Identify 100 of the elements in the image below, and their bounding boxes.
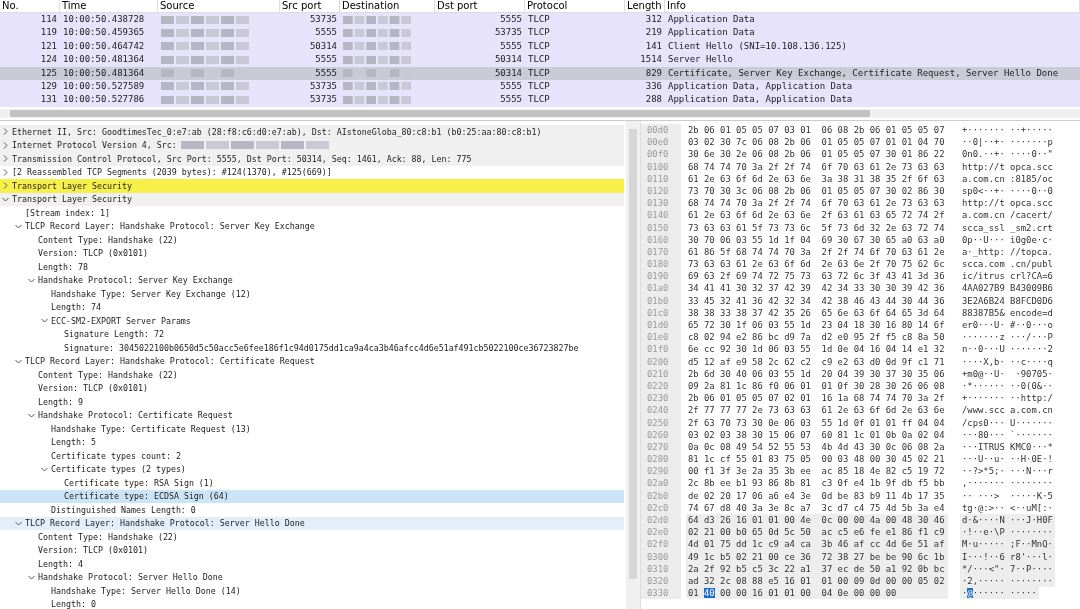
tree-item[interactable]: Version: TLCP (0x0101) [0,381,624,395]
tree-item[interactable]: Length: 74 [0,300,624,314]
ascii-text: n··0···U ·······2 [961,343,1054,356]
tree-item[interactable]: Length: 0 [0,597,624,609]
tree-item[interactable]: [2 Reassembled TCP Segments (2039 bytes): #124(1370), #125(669)] [0,165,624,179]
ascii-text: scca.com .cn/publ [961,258,1054,271]
table-cell: 50314 [494,67,522,78]
column-header[interactable]: Info [665,0,1080,12]
table-cell: TLCP [528,54,550,65]
tree-label: [2 Reassembled TCP Segments (2039 bytes): #124(1370), #125(669)] [12,167,332,178]
byte-offset: 02f0 [641,538,681,551]
tree-item[interactable]: Handshake Protocol: Server Hello Done [0,570,624,584]
hex-bytes: 61 2e 63 6f 6d 2e 63 6e 2f 63 61 63 65 72 74 2f [687,209,946,222]
byte-offset: 0140 [641,209,681,222]
tree-label: Version: TLCP (0x0101) [38,545,148,556]
tree-item[interactable]: Certificate type: RSA Sign (1) [0,476,624,490]
table-cell: Application Data [668,14,755,24]
tree-label: Transmission Control Protocol, Src Port: 5555, Dst Port: 50314, Seq: 1461, Ack: 88, Len: 775 [12,153,472,164]
tree-item[interactable]: [Stream index: 1] [0,206,624,220]
tree-item[interactable]: Certificate types (2 types) [0,462,624,476]
tree-item[interactable]: Certificate type: ECDSA Sign (64) [0,489,624,503]
tree-item[interactable]: Handshake Type: Certificate Request (13) [0,422,624,436]
tree-label: TLCP Record Layer: Handshake Protocol: Server Hello Done [25,518,305,529]
ascii-text: ·· ···> ·····K·5 [961,489,1054,502]
column-header[interactable]: Time [60,0,158,12]
tree-label: Length: 5 [51,437,96,448]
byte-offset: 01d0 [641,319,681,332]
hex-bytes: 01 40 00 00 16 01 01 00 04 0e 00 00 00 [686,587,948,600]
tree-label: Signature Length: 72 [64,329,164,340]
tree-item[interactable]: Certificate types count: 2 [0,449,624,463]
column-header[interactable]: Length [625,0,665,12]
tree-item[interactable]: Transport Layer Security [0,179,624,193]
table-cell: 312 [645,14,662,24]
ascii-text: ,······· ········ [961,477,1054,490]
tree-item[interactable]: Handshake Protocol: Certificate Request [0,408,624,422]
tree-item[interactable]: Content Type: Handshake (22) [0,368,624,382]
hex-bytes: de 02 20 17 06 a6 e4 3e 0d be 83 b9 11 4b 17 35 [687,489,946,502]
packet-row[interactable]: 124 10:00:50.481364 5555 50314 TLCP 1514 Server Hello [0,53,1080,67]
tree-item[interactable]: Length: 78 [0,260,624,274]
hex-bytes: 30 6e 30 2e 06 08 2b 06 01 05 05 07 30 01 86 22 [687,148,946,161]
tree-item[interactable]: TLCP Record Layer: Handshake Protocol: Server Hello Done [0,516,624,530]
tree-item[interactable]: Signature Length: 72 [0,327,624,341]
column-header[interactable]: No. [0,0,60,12]
ascii-text: ···U··u· ··H·0E·! [961,453,1054,466]
tree-item[interactable]: Content Type: Handshake (22) [0,530,624,544]
tree-item[interactable]: Handshake Type: Server Hello Done (14) [0,584,624,598]
byte-offset: 0290 [641,465,681,478]
table-cell: 219 [645,27,662,38]
hex-bytes: 34 41 41 30 32 37 42 39 42 34 33 30 30 39 42 36 [687,282,946,295]
scrollbar[interactable] [626,121,640,609]
ascii-text: 0p··U··· i0g0e·c· [961,233,1054,246]
tree-item[interactable]: Handshake Protocol: Server Key Exchange [0,273,624,287]
ascii-text: a·_http: //topca. [961,245,1054,259]
tree-item[interactable]: TLCP Record Layer: Handshake Protocol: Server Key Exchange [0,219,624,233]
tree-item[interactable]: Handshake Type: Server Key Exchange (12) [0,287,624,301]
tree-item[interactable]: Version: TLCP (0x0101) [0,246,624,260]
tree-item[interactable]: Transmission Control Protocol, Src Port: 5555, Dst Port: 50314, Seq: 1461, Ack: 88, Len: 775 [0,152,624,166]
packet-row[interactable]: 131 10:00:50.527786 53735 5555 TLCP 288 Application Data, Application Data [0,93,1080,107]
tree-item[interactable]: ECC-SM2-EXPORT Server Params [0,314,624,328]
table-cell: 53735 [494,27,522,38]
hex-bytes: c8 02 94 e2 86 bc d9 7a d2 e0 95 2f f5 c8 8a 50 [687,331,946,344]
column-header[interactable]: Destination [340,0,435,12]
byte-offset: 02a0 [641,477,681,490]
packet-row[interactable]: 119 10:00:50.459365 5555 53735 TLCP 219 Application Data [0,26,1080,40]
tree-label: Handshake Protocol: Certificate Request [38,410,233,421]
tree-item[interactable]: Content Type: Handshake (22) [0,233,624,247]
hex-bytes: 2b 6d 30 40 06 03 55 1d 20 04 39 30 37 30 35 06 [687,367,946,380]
tree-item[interactable]: Length: 4 [0,557,624,571]
table-cell: 10:00:50.481364 [63,67,145,78]
tree-label: Transport Layer Security [12,194,132,205]
table-cell: 5555 [500,80,522,91]
ascii-text: 3E2A6B24 B8FCD0D6 [961,294,1054,307]
hex-bytes: 09 2a 81 1c 86 f0 06 01 01 0f 30 28 30 26 06 08 [687,379,946,393]
blurred-address-drawing [343,41,413,52]
tree-item[interactable]: Length: 9 [0,395,624,409]
hex-bytes: 61 2e 63 6f 6d 2e 63 6e 3a 38 31 38 35 2f 6f 63 [687,172,946,185]
packet-row[interactable]: 114 10:00:50.438728 53735 5555 TLCP 312 Application Data [0,13,1080,27]
tree-item[interactable]: Length: 5 [0,435,624,449]
ascii-text: ···ITRUS KMC0···* [961,440,1054,454]
tree-label: Handshake Protocol: Server Hello Done [38,572,223,583]
table-cell: 50314 [494,54,522,65]
column-header[interactable]: Dst port [435,0,525,12]
tree-label: Version: TLCP (0x0101) [38,248,148,259]
tree-item[interactable]: Signature: 3045022100b0650d5c50acc5e6fee186f1c94d0175dd1ca9a4ca3b46afcc4d6e51af491cb5022100ce36723827be [0,341,624,355]
blurred-address-drawing [343,54,413,65]
hex-bytes: 02 21 00 b0 65 0d 5c 50 ac c5 e6 fe e1 86 f1 c9 [686,526,948,539]
column-header[interactable]: Source [158,0,280,12]
byte-offset: 0130 [641,197,681,210]
tree-item[interactable]: Ethernet II, Src: GoodtimesTec_0:e7:ab (28:f8:c6:d0:e7:ab), Dst: AIstoneGloba_80:c8:b1 (b0:25:aa:80:c8:b1) [0,125,624,139]
ascii-text: ··0|··+· ·······p [961,136,1054,149]
table-cell: 288 [645,94,662,105]
table-cell: 10:00:50.527786 [63,94,145,105]
column-header[interactable]: Protocol [525,0,625,12]
hex-bytes: 2b 06 01 05 05 07 03 01 06 08 2b 06 01 05 05 07 [687,124,946,137]
table-cell: TLCP [528,27,550,38]
column-header[interactable]: Src port [280,0,340,12]
scrollbar[interactable] [0,109,1080,118]
tree-item[interactable]: Distinguished Names Length: 0 [0,503,624,517]
tree-item[interactable]: TLCP Record Layer: Handshake Protocol: Certificate Request [0,354,624,368]
tree-item[interactable]: Version: TLCP (0x0101) [0,543,624,557]
